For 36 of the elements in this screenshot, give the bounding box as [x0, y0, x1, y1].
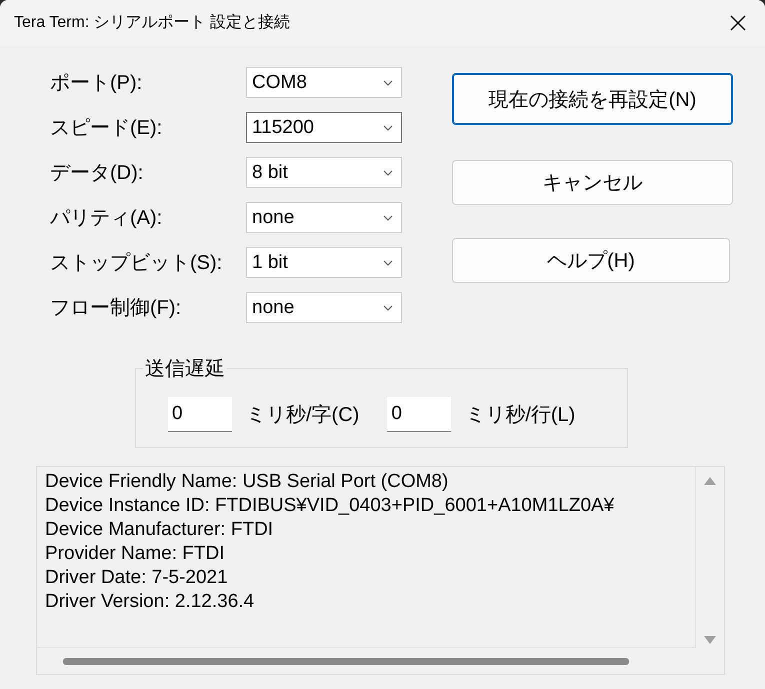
unit-label: ミリ秒/字(C) [246, 402, 360, 428]
chevron-down-icon [383, 260, 393, 266]
dropdown[interactable]: COM8 [246, 67, 402, 98]
scroll-up-icon[interactable] [704, 477, 716, 485]
unit-label: ミリ秒/行(L) [465, 402, 576, 428]
field-label: ポート(P): [50, 71, 144, 96]
delay-input[interactable]: 0 [168, 396, 232, 432]
dropdown[interactable]: none [246, 292, 402, 323]
info-line: Driver Version: 2.12.36.4 [45, 590, 254, 614]
field-label: パリティ(A): [50, 206, 164, 231]
chevron-down-icon [383, 304, 393, 310]
field-label: フロー制御(F): [50, 296, 182, 321]
chevron-down-icon [383, 170, 393, 176]
window-title: Tera Term: シリアルポート 設定と接続 [14, 12, 292, 33]
chevron-down-icon [383, 124, 393, 130]
info-line: Driver Date: 7-5-2021 [45, 566, 228, 590]
info-line: Device Friendly Name: USB Serial Port (COM8) [45, 470, 448, 494]
dialog-button[interactable]: 現在の接続を再設定(N) [452, 73, 733, 125]
dropdown[interactable]: 1 bit [246, 247, 402, 278]
chevron-down-icon [383, 80, 393, 86]
delay-input[interactable]: 0 [387, 396, 452, 432]
field-label: ストップビット(S): [50, 251, 224, 276]
dropdown[interactable]: none [246, 202, 402, 233]
dialog-button[interactable]: キャンセル [452, 160, 733, 205]
field-label: スピード(E): [50, 116, 164, 141]
info-line: Device Instance ID: FTDIBUS¥VID_0403+PID_6001+A10M1LZ0A¥ [45, 494, 614, 518]
dropdown[interactable]: 115200 [246, 112, 402, 143]
close-icon[interactable] [730, 14, 746, 30]
field-label: データ(D): [50, 161, 144, 186]
info-line: Device Manufacturer: FTDI [45, 518, 274, 542]
chevron-down-icon [383, 214, 393, 220]
dropdown[interactable]: 8 bit [246, 157, 402, 188]
dialog-button[interactable]: ヘルプ(H) [452, 238, 730, 283]
scrollbar-thumb[interactable] [63, 658, 629, 664]
info-line: Provider Name: FTDI [45, 542, 224, 566]
scroll-down-icon[interactable] [704, 636, 716, 644]
